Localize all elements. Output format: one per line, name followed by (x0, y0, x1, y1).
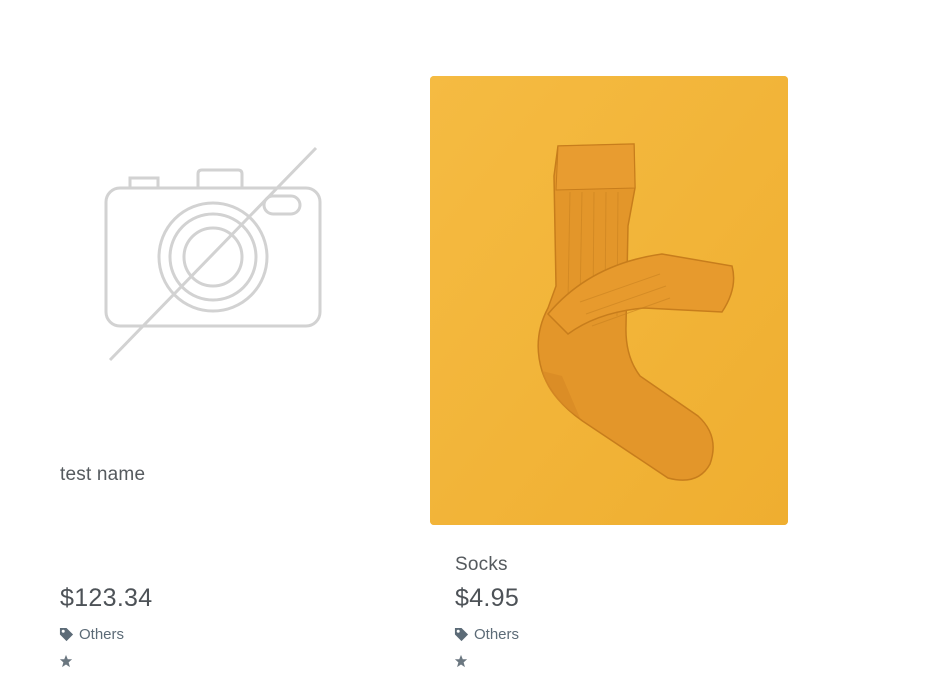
tag-icon (59, 627, 74, 642)
tag-icon (454, 627, 469, 642)
product-image-placeholder[interactable] (40, 76, 400, 525)
no-image-camera-icon (104, 146, 322, 362)
product-category[interactable]: Others (454, 626, 519, 643)
product-name[interactable]: Socks (455, 554, 508, 576)
product-price: $123.34 (60, 584, 153, 612)
star-icon (454, 654, 468, 668)
socks-photo (430, 76, 788, 525)
product-price: $4.95 (455, 584, 520, 612)
product-rating (454, 654, 474, 668)
product-name[interactable]: test name (60, 464, 145, 486)
product-card[interactable]: test name $123.34 Others (40, 76, 400, 676)
product-category[interactable]: Others (59, 626, 124, 643)
product-category-label: Others (79, 626, 125, 643)
product-card[interactable]: Socks $4.95 Others (430, 76, 788, 676)
product-category-label: Others (474, 626, 520, 643)
product-image[interactable] (430, 76, 788, 525)
star-icon (59, 654, 73, 668)
product-rating (59, 654, 79, 668)
